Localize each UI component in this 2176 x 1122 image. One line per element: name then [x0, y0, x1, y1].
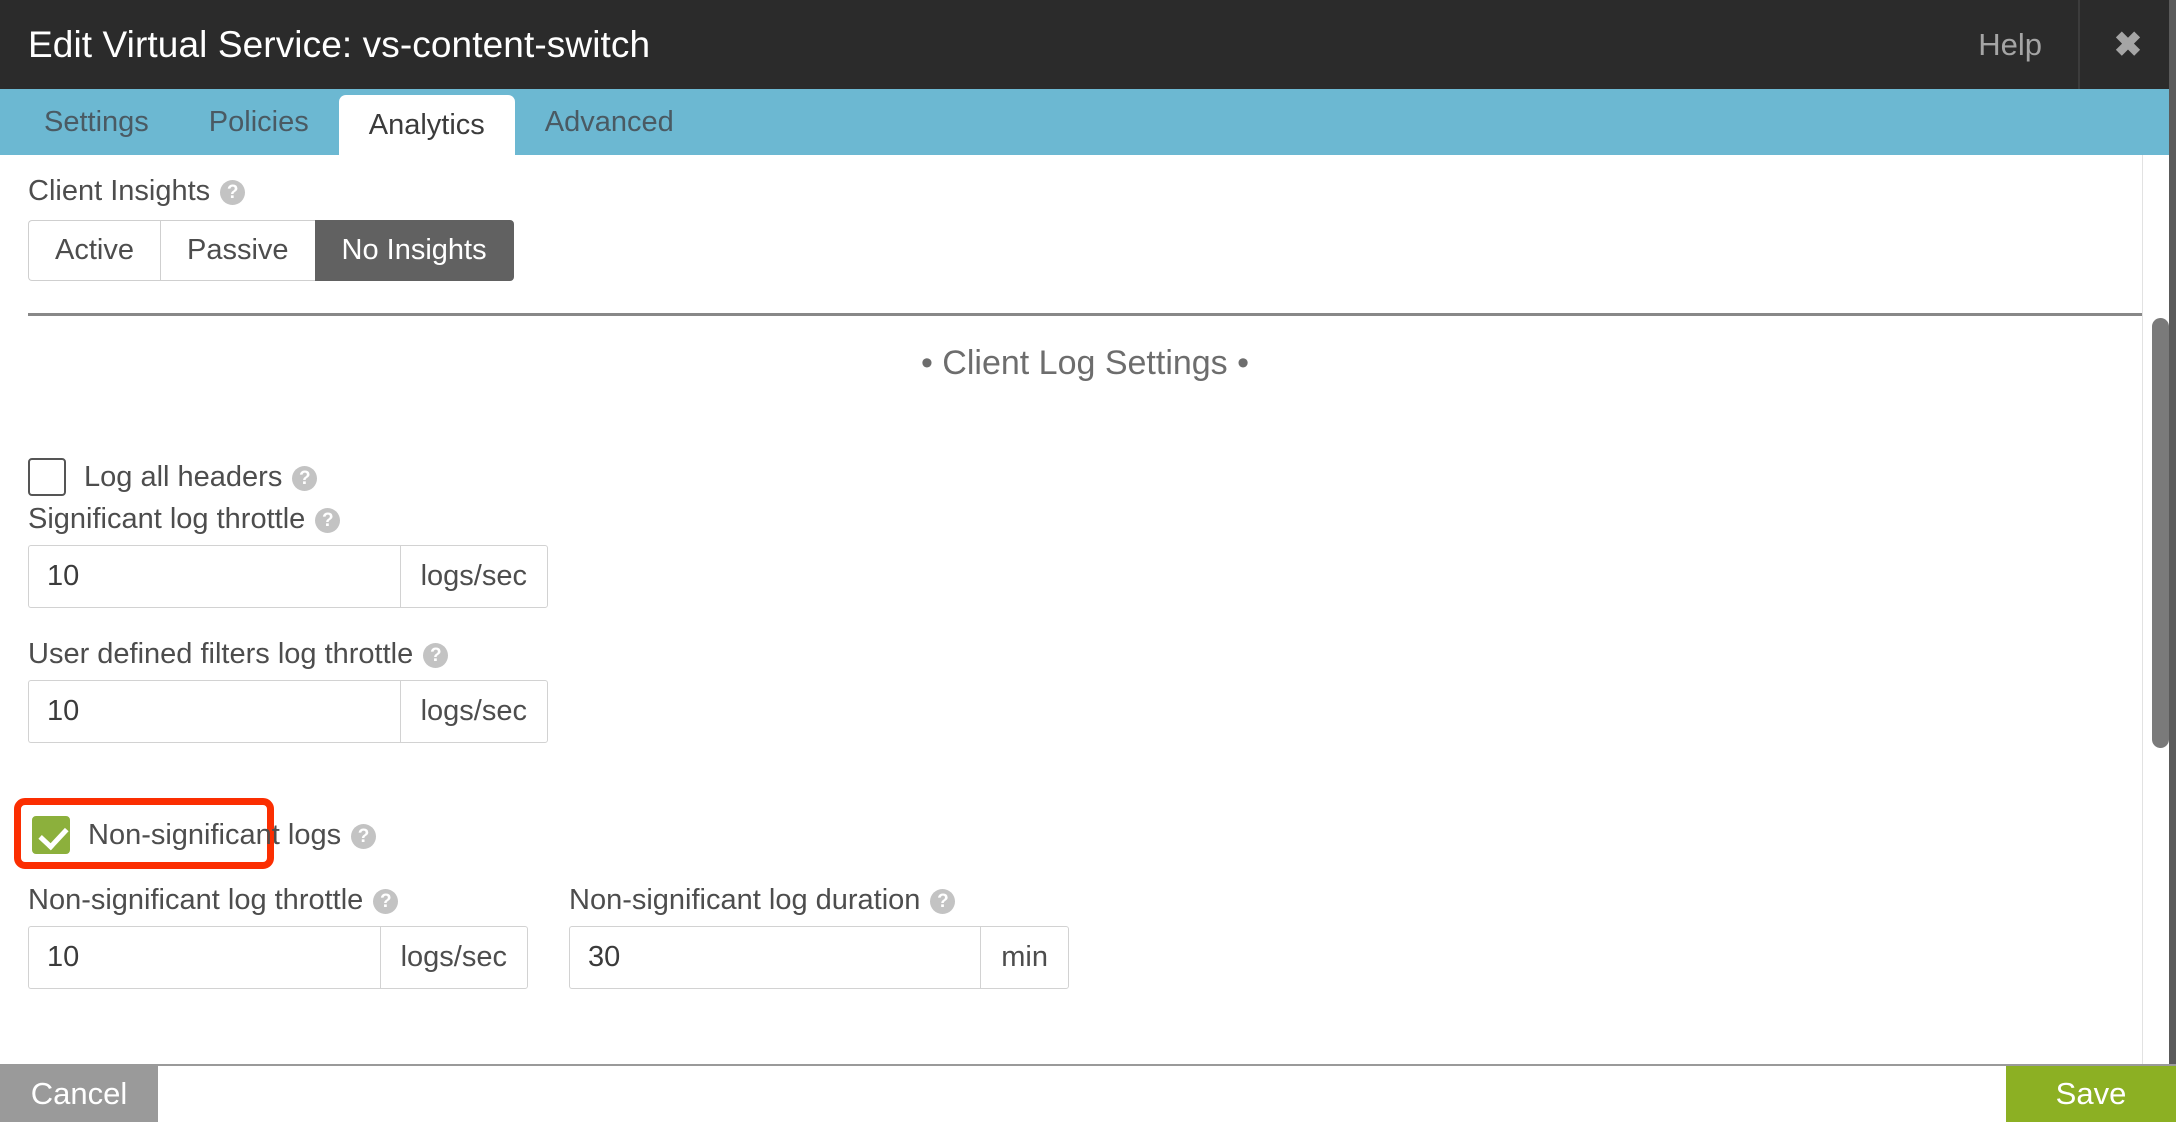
significant-log-throttle-unit: logs/sec: [399, 545, 548, 608]
client-insights-label-text: Client Insights: [28, 175, 211, 207]
tab-settings[interactable]: Settings: [14, 89, 179, 155]
user-defined-filters-log-throttle-input[interactable]: [28, 680, 400, 743]
user-defined-filters-log-throttle-label: User defined filters log throttle ?: [28, 638, 548, 671]
client-insights-label: Client Insights ?: [28, 175, 514, 208]
significant-log-throttle-field: Significant log throttle ? logs/sec: [28, 503, 548, 608]
edit-virtual-service-dialog: Edit Virtual Service: vs-content-switch …: [0, 0, 2176, 1122]
non-significant-log-duration-input-group: min: [569, 926, 1069, 989]
vertical-scrollbar-thumb[interactable]: [2152, 318, 2169, 748]
non-significant-log-throttle-field: Non-significant log throttle ? logs/sec: [28, 884, 528, 989]
insights-option-no-insights[interactable]: No Insights: [314, 220, 514, 281]
non-significant-log-throttle-input-group: logs/sec: [28, 926, 528, 989]
non-significant-logs-label-text: Non-significant logs: [88, 818, 342, 851]
non-significant-log-duration-field: Non-significant log duration ? min: [569, 884, 1069, 989]
client-insights-section: Client Insights ? Active Passive No Insi…: [28, 175, 514, 281]
non-significant-log-throttle-unit: logs/sec: [379, 926, 528, 989]
significant-log-throttle-input-group: logs/sec: [28, 545, 548, 608]
log-all-headers-checkbox[interactable]: [28, 458, 66, 496]
user-defined-filters-log-throttle-input-group: logs/sec: [28, 680, 548, 743]
user-defined-filters-log-throttle-field: User defined filters log throttle ? logs…: [28, 638, 548, 743]
analytics-panel: Client Insights ? Active Passive No Insi…: [0, 155, 2176, 1064]
help-icon[interactable]: ?: [423, 643, 449, 668]
help-icon[interactable]: ?: [315, 508, 341, 533]
dialog-footer: Cancel Save: [0, 1064, 2176, 1122]
non-significant-log-throttle-label: Non-significant log throttle ?: [28, 884, 528, 917]
client-insights-button-group: Active Passive No Insights: [28, 220, 514, 281]
dialog-title: Edit Virtual Service: vs-content-switch: [28, 23, 651, 65]
dialog-titlebar: Edit Virtual Service: vs-content-switch …: [0, 0, 2176, 89]
significant-log-throttle-input[interactable]: [28, 545, 400, 608]
window-edge: [2169, 0, 2176, 1122]
tab-policies[interactable]: Policies: [179, 89, 339, 155]
save-button[interactable]: Save: [2006, 1066, 2176, 1122]
non-significant-logs-row[interactable]: Non-significant logs ?: [32, 816, 377, 854]
log-all-headers-label: Log all headers ?: [84, 460, 318, 494]
help-icon[interactable]: ?: [292, 465, 318, 491]
log-all-headers-label-text: Log all headers: [84, 460, 283, 493]
log-all-headers-row[interactable]: Log all headers ?: [28, 458, 318, 496]
help-button[interactable]: Help: [1942, 0, 2080, 89]
client-log-settings-group: • Client Log Settings •: [28, 313, 2142, 383]
significant-log-throttle-label-text: Significant log throttle: [28, 503, 306, 535]
close-icon[interactable]: ✖: [2080, 0, 2176, 89]
non-significant-log-duration-unit: min: [980, 926, 1069, 989]
non-significant-logs-label: Non-significant logs ?: [88, 818, 377, 852]
client-log-settings-title: • Client Log Settings •: [920, 344, 1250, 382]
cancel-button[interactable]: Cancel: [0, 1066, 158, 1122]
user-defined-filters-log-throttle-unit: logs/sec: [399, 680, 548, 743]
user-defined-filters-log-throttle-label-text: User defined filters log throttle: [28, 638, 414, 670]
help-icon[interactable]: ?: [373, 889, 399, 914]
insights-option-active[interactable]: Active: [28, 220, 160, 281]
tab-advanced[interactable]: Advanced: [515, 89, 704, 155]
significant-log-throttle-label: Significant log throttle ?: [28, 503, 548, 536]
help-icon[interactable]: ?: [930, 889, 956, 914]
non-significant-log-duration-label-text: Non-significant log duration: [569, 884, 921, 916]
non-significant-log-throttle-input[interactable]: [28, 926, 380, 989]
non-significant-log-duration-input[interactable]: [569, 926, 981, 989]
footer-spacer: [158, 1066, 2006, 1122]
non-significant-log-throttle-label-text: Non-significant log throttle: [28, 884, 364, 916]
help-icon[interactable]: ?: [220, 180, 246, 205]
tab-analytics[interactable]: Analytics: [338, 95, 515, 155]
insights-option-passive[interactable]: Passive: [159, 220, 315, 281]
non-significant-log-duration-label: Non-significant log duration ?: [569, 884, 1069, 917]
tab-bar: Settings Policies Analytics Advanced: [0, 89, 2176, 155]
non-significant-logs-checkbox[interactable]: [32, 816, 70, 854]
help-icon[interactable]: ?: [351, 823, 377, 849]
